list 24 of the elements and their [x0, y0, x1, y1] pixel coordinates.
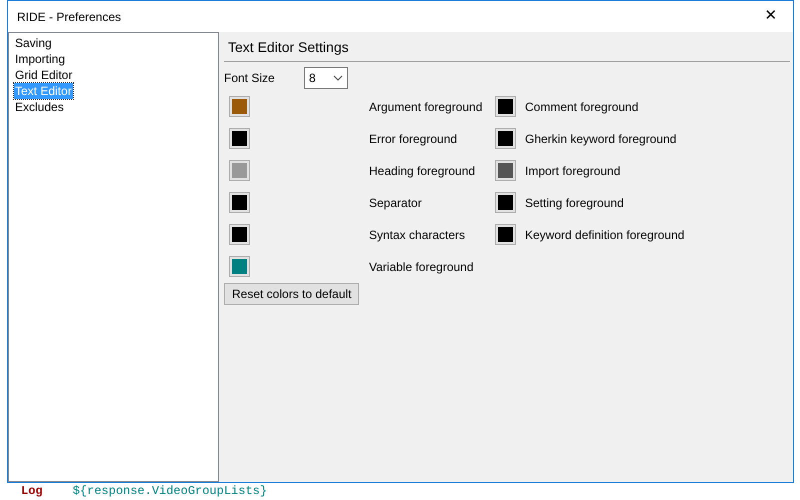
chevron-down-icon — [333, 75, 343, 81]
category-item[interactable]: Excludes — [14, 99, 65, 115]
color-label: Error foreground — [369, 130, 458, 148]
editor-keyword: Log — [21, 484, 43, 498]
reset-colors-button[interactable]: Reset colors to default — [224, 283, 360, 305]
color-label: Syntax characters — [369, 226, 466, 244]
close-button[interactable]: ✕ — [749, 2, 793, 32]
color-label: Comment foreground — [525, 98, 638, 116]
window-title: RIDE - Preferences — [17, 8, 122, 26]
editor-argument: ${response.VideoGroupLists} — [72, 484, 268, 498]
settings-heading: Text Editor Settings — [228, 39, 349, 55]
color-label: Keyword definition foreground — [525, 226, 684, 244]
category-item[interactable]: Grid Editor — [14, 67, 74, 83]
font-size-label: Font Size — [224, 70, 276, 87]
font-size-dropdown[interactable]: 8 — [304, 67, 348, 89]
color-label: Argument foreground — [369, 98, 484, 116]
category-item[interactable]: Saving — [14, 35, 53, 51]
color-label: Separator — [369, 194, 423, 212]
category-item[interactable]: Importing — [14, 51, 66, 67]
color-label: Setting foreground — [525, 194, 624, 212]
color-label: Gherkin keyword foreground — [525, 130, 676, 148]
color-label: Variable foreground — [369, 258, 475, 276]
color-label: Heading foreground — [369, 162, 476, 180]
color-label: Import foreground — [525, 162, 620, 180]
